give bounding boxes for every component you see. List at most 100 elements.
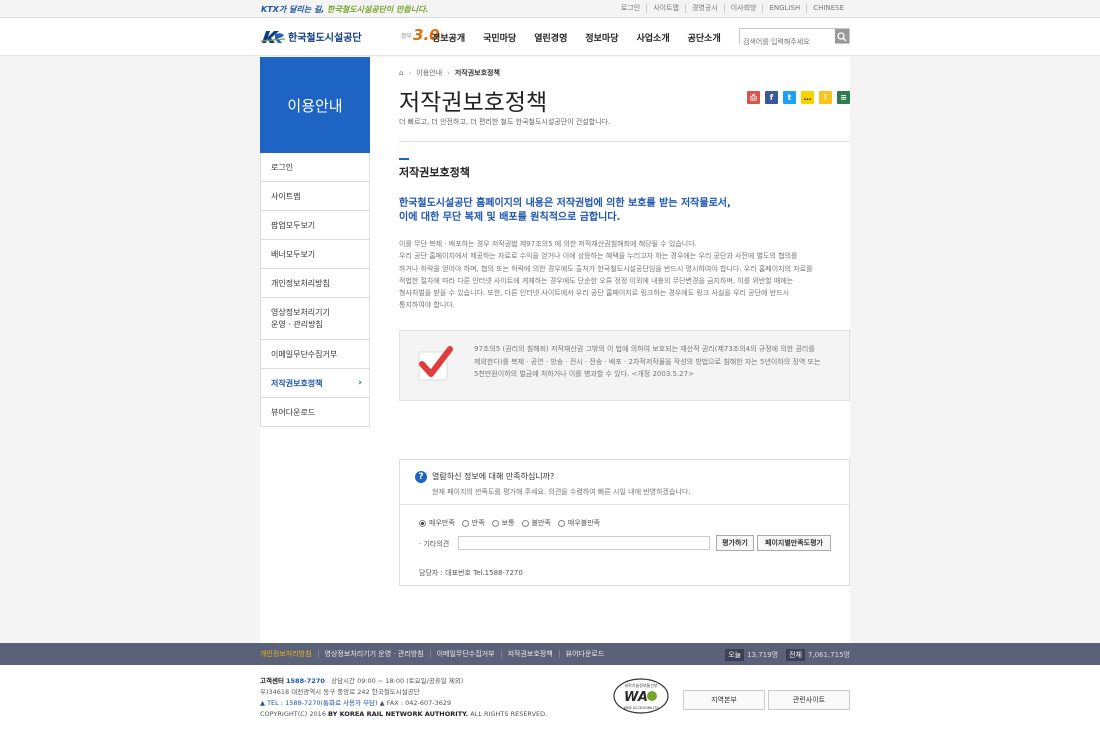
total-label: 전체 xyxy=(786,649,805,661)
sidebar-item-cctv[interactable]: 영상정보처리기기 운영 · 관리방침 xyxy=(260,298,370,340)
breadcrumb-separator: › xyxy=(408,69,412,77)
kr-logo-icon xyxy=(261,30,285,43)
sidebar-item-banners[interactable]: 배너모두보기 xyxy=(260,240,370,269)
facebook-icon[interactable]: f xyxy=(765,91,778,104)
web-accessibility-mark-icon[interactable]: 과학기술정보통신부 WA WEB ACCESSIBILITY xyxy=(612,676,670,716)
footer-address: 우)34618 대전광역시 동구 중앙로 242 한국철도시설공단 xyxy=(260,688,420,696)
radio-very-satisfied[interactable]: 매우만족 xyxy=(419,518,455,528)
sidebar-item-copyright-label: 저작권보호정책 xyxy=(271,378,323,388)
slogan: KTX가 달리는 길, 한국철도시설공단이 만듭니다. xyxy=(261,4,429,15)
search-button[interactable] xyxy=(835,29,849,43)
breadcrumb: ⌂ › 이용안내 › 저작권보호정책 xyxy=(399,68,500,78)
sidebar-item-viewer[interactable]: 뷰어다운로드 xyxy=(260,398,370,427)
sidebar-item-privacy[interactable]: 개인정보처리방침 xyxy=(260,269,370,298)
page-rating-button[interactable]: 페이지별만족도평가 xyxy=(757,535,831,551)
menu-about[interactable]: 공단소개 xyxy=(688,31,721,44)
survey-description: 현재 페이지의 만족도를 평가해 주세요. 의견을 수렴하여 빠른 시일 내에 … xyxy=(432,488,691,496)
footer-nav: 개인정보처리방침 영상정보처리기기 운영 · 관리방침 이메일무단수집거부 저작… xyxy=(0,643,1100,665)
notice-line: 5천만원이하의 벌금에 처하거나 이를 병과할 수 있다. <개정 2003.5… xyxy=(474,370,694,378)
footer-tel: ▲ TEL : 1588-7270(통화료 사용자 부담) xyxy=(260,699,378,707)
related-sites-button[interactable]: 관련사이트 xyxy=(768,690,850,710)
radio-neutral[interactable]: 보통 xyxy=(491,518,515,528)
sidebar-item-login[interactable]: 로그인 xyxy=(260,153,370,182)
footer-link-privacy[interactable]: 개인정보처리방침 xyxy=(260,650,318,658)
breadcrumb-level1[interactable]: 이용안내 xyxy=(416,68,442,78)
body-line: 통지하여야 합니다. xyxy=(399,301,455,310)
submit-rating-button[interactable]: 평가하기 xyxy=(716,535,754,551)
sidebar-item-popups[interactable]: 팝업모두보기 xyxy=(260,211,370,240)
menu-open-management[interactable]: 열린경영 xyxy=(534,31,567,44)
footer-fax: ▲ FAX : 042-607-3629 xyxy=(379,699,452,707)
radio-label: 매우불만족 xyxy=(567,519,601,527)
contact-info: 담당자 : 대표번호 Tel.1588-7270 xyxy=(419,569,523,577)
survey-divider xyxy=(400,504,849,505)
radio-label: 만족 xyxy=(471,519,485,527)
top-link-board[interactable]: 이사회방 xyxy=(723,4,763,13)
breadcrumb-current: 저작권보호정책 xyxy=(454,69,500,77)
kakaotalk-icon[interactable]: … xyxy=(801,91,814,104)
chevron-right-icon: › xyxy=(358,378,362,388)
radio-label: 불만족 xyxy=(531,519,551,527)
radio-circle xyxy=(491,519,499,527)
body-line: 하거나 허락을 얻어야 하며, 협의 또는 허락에 의한 경우에도 출처가 한국… xyxy=(399,264,813,273)
menu-public[interactable]: 국민마당 xyxy=(483,31,516,44)
top-links: 로그인 사이트맵 경영공시 이사회방 ENGLISH CHINESE xyxy=(615,4,850,13)
search-input[interactable] xyxy=(740,35,835,49)
radio-circle xyxy=(419,519,426,527)
band-icon[interactable]: ≡ xyxy=(837,91,850,104)
kakaostory-icon[interactable]: ! xyxy=(819,91,832,104)
footer-link-copyright[interactable]: 저작권보호정책 xyxy=(500,650,559,658)
top-link-english[interactable]: ENGLISH xyxy=(762,4,806,13)
breadcrumb-separator: › xyxy=(447,69,450,77)
legal-notice-text: 97조의5 (권리의 침해죄) 저작재산권 그밖의 이 법에 의하여 보호되는 … xyxy=(474,343,836,381)
footer-link-viewer[interactable]: 뷰어다운로드 xyxy=(558,650,611,658)
radio-satisfied[interactable]: 만족 xyxy=(461,518,485,528)
menu-info-disclosure[interactable]: 정보공개 xyxy=(432,31,465,44)
sidebar-item-copyright[interactable]: 저작권보호정책 › xyxy=(260,369,370,398)
search-box xyxy=(739,28,850,49)
cs-label: 고객센터 xyxy=(260,677,284,685)
body-line: 적법한 절차에 따라 다른 인터넷 사이트에 게재하는 경우에도 단순한 오류 … xyxy=(399,276,794,285)
other-opinion-input[interactable] xyxy=(458,536,710,550)
body-line: 이를 무단 복제 · 배포하는 경우 저작권법 제97조의5 에 의한 저작재산… xyxy=(399,240,697,248)
twitter-icon[interactable]: t xyxy=(783,91,796,104)
sidebar-item-sitemap[interactable]: 사이트맵 xyxy=(260,182,370,211)
slogan-prefix: KTX가 달리는 길, xyxy=(261,5,328,14)
total-count: 7,061,715명 xyxy=(807,651,850,659)
top-link-chinese[interactable]: CHINESE xyxy=(806,4,850,13)
top-link-login[interactable]: 로그인 xyxy=(615,4,646,13)
lead-line-1: 한국철도시설공단 홈페이지의 내용은 저작권법에 의한 보호를 받는 저작물로서… xyxy=(399,198,731,209)
sidebar-item-cctv-label: 영상정보처리기기 운영 · 관리방침 xyxy=(271,307,330,329)
top-link-disclosure[interactable]: 경영공시 xyxy=(684,4,724,13)
radio-label: 보통 xyxy=(501,519,515,527)
menu-info[interactable]: 정보마당 xyxy=(585,31,618,44)
global-nav: 한국철도시설공단 정부 3.0 정보공개 국민마당 열린경영 정보마당 사업소개… xyxy=(0,18,1100,56)
sidebar-item-email-refusal[interactable]: 이메일무단수집거부 xyxy=(260,340,370,369)
divider xyxy=(399,141,850,142)
other-opinion-label: · 기타의견 xyxy=(419,540,450,548)
rating-options: 매우만족 만족 보통 불만족 매우불만족 xyxy=(419,518,607,528)
satisfaction-survey: ? 열람하신 정보에 대해 만족하십니까? 현재 페이지의 만족도를 평가해 주… xyxy=(399,459,850,586)
radio-circle xyxy=(461,519,469,527)
logo-text: 한국철도시설공단 xyxy=(288,33,362,44)
today-label: 오늘 xyxy=(725,649,745,661)
logo[interactable]: 한국철도시설공단 xyxy=(261,29,362,44)
wa-mark-text: WA xyxy=(624,690,648,705)
footer-link-email-refusal[interactable]: 이메일무단수집거부 xyxy=(429,650,501,658)
top-link-sitemap[interactable]: 사이트맵 xyxy=(646,4,685,13)
menu-business[interactable]: 사업소개 xyxy=(637,31,670,44)
page-description: 더 빠르고, 더 안전하고, 더 편리한 철도 한국철도시설공단이 건설합니다. xyxy=(399,118,611,126)
regional-office-button[interactable]: 지역본부 xyxy=(683,690,765,710)
today-count: 13,719명 xyxy=(747,651,779,659)
home-icon[interactable]: ⌂ xyxy=(399,69,403,77)
checkmark-icon xyxy=(418,346,453,381)
radio-circle xyxy=(557,519,565,527)
footer-link-cctv[interactable]: 영상정보처리기기 운영 · 관리방침 xyxy=(317,650,430,658)
section-accent-bar xyxy=(399,158,409,160)
radio-dissatisfied[interactable]: 불만족 xyxy=(521,518,551,528)
body-line: 형사처벌을 받을 수 있습니다. 또한, 다른 인터넷 사이트에서 우리 공단 … xyxy=(399,289,790,298)
radio-very-dissatisfied[interactable]: 매우불만족 xyxy=(557,518,601,528)
survey-question: 열람하신 정보에 대해 만족하십니까? xyxy=(432,472,555,481)
print-icon[interactable]: ⎙ xyxy=(747,91,760,104)
main-menu: 정보공개 국민마당 열린경영 정보마당 사업소개 공단소개 xyxy=(432,31,739,44)
